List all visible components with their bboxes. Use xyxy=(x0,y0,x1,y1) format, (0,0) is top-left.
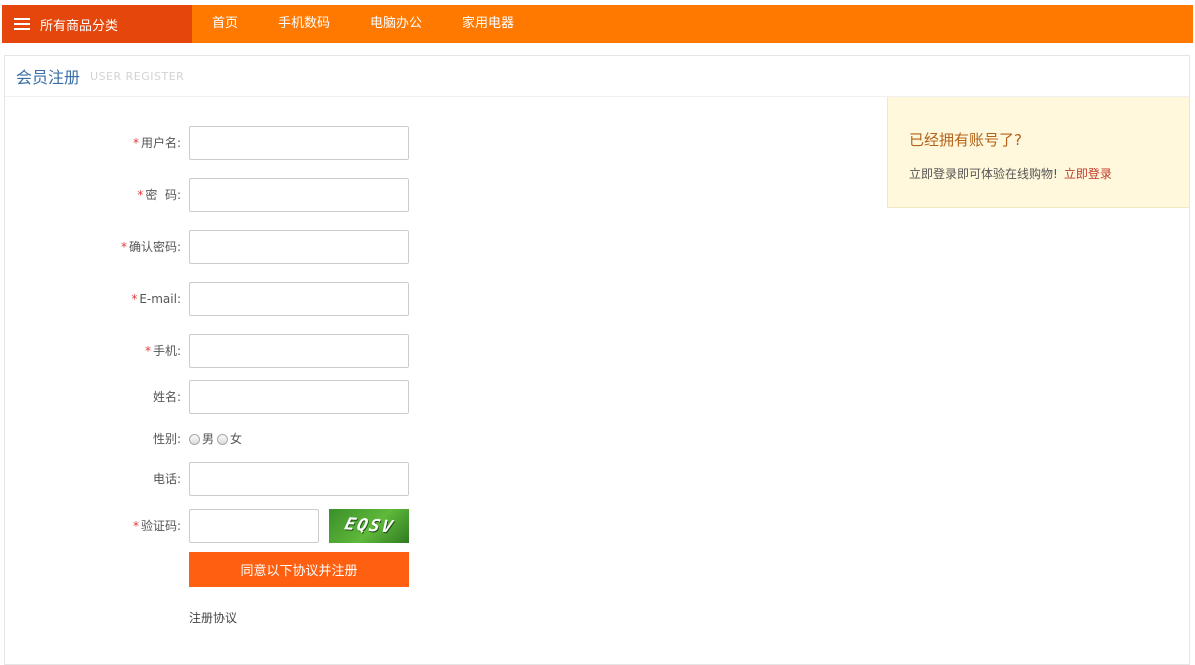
captcha-text: EQSV xyxy=(342,514,396,538)
nav-links: 首页 手机数码 电脑办公 家用电器 xyxy=(192,5,534,43)
login-prompt-question: 已经拥有账号了? xyxy=(909,131,1022,149)
all-categories-label: 所有商品分类 xyxy=(40,18,119,34)
gender-option-male[interactable]: 男 xyxy=(189,422,214,456)
register-submit-button[interactable]: 同意以下协议并注册 xyxy=(189,552,409,587)
gender-male-label: 男 xyxy=(202,432,215,446)
nav-link-appliances[interactable]: 家用电器 xyxy=(442,5,534,43)
captcha-row: * 验证码: EQSV xyxy=(5,509,425,543)
captcha-label: * 验证码: xyxy=(132,519,181,533)
radio-male[interactable] xyxy=(189,433,200,445)
password-label: * 密 码: xyxy=(137,188,181,202)
username-row: * 用户名: xyxy=(5,126,425,160)
phone-row: 电话: xyxy=(5,462,425,496)
nav-link-home[interactable]: 首页 xyxy=(192,5,258,43)
page-title: 会员注册 xyxy=(16,68,81,87)
name-row: 姓名: xyxy=(5,380,425,414)
nav-link-phones[interactable]: 手机数码 xyxy=(258,5,350,43)
phone-input[interactable] xyxy=(189,462,409,496)
agreement-link[interactable]: 注册协议 xyxy=(189,609,237,626)
password-row: * 密 码: xyxy=(5,178,425,212)
captcha-input[interactable] xyxy=(189,509,319,543)
login-prompt-box: 已经拥有账号了? 立即登录即可体验在线购物! 立即登录 xyxy=(887,97,1189,208)
mobile-row: * 手机: xyxy=(5,334,425,368)
confirm-password-input[interactable] xyxy=(189,230,409,264)
password-input[interactable] xyxy=(189,178,409,212)
username-label: * 用户名: xyxy=(132,136,181,150)
login-link[interactable]: 立即登录 xyxy=(1064,167,1112,181)
top-nav-bar: 所有商品分类 首页 手机数码 电脑办公 家用电器 xyxy=(2,5,1193,43)
login-prompt-text: 立即登录即可体验在线购物! 立即登录 xyxy=(909,165,1112,182)
all-categories-button[interactable]: 所有商品分类 xyxy=(2,5,192,43)
email-label: * E-mail: xyxy=(131,292,181,306)
gender-female-label: 女 xyxy=(230,432,243,446)
name-input[interactable] xyxy=(189,380,409,414)
mobile-label: * 手机: xyxy=(144,344,181,358)
gender-label: 性别: xyxy=(152,432,181,446)
login-prompt-description: 立即登录即可体验在线购物! xyxy=(909,167,1058,181)
gender-option-female[interactable]: 女 xyxy=(217,422,242,456)
mobile-input[interactable] xyxy=(189,334,409,368)
confirm-password-label: * 确认密码: xyxy=(120,240,181,254)
confirm-password-row: * 确认密码: xyxy=(5,230,425,264)
name-label: 姓名: xyxy=(152,390,181,404)
phone-label: 电话: xyxy=(152,472,181,486)
email-input[interactable] xyxy=(189,282,409,316)
register-panel: 会员注册 USER REGISTER * 用户名: * 密 码: * 确认密码: * E… xyxy=(4,55,1190,665)
gender-row: 性别: 男 女 xyxy=(5,422,425,456)
captcha-image[interactable]: EQSV xyxy=(329,509,409,543)
radio-female[interactable] xyxy=(217,433,229,445)
gender-options: 男 女 xyxy=(189,422,245,456)
nav-link-computers[interactable]: 电脑办公 xyxy=(350,5,442,43)
panel-header: 会员注册 USER REGISTER xyxy=(5,56,1189,97)
page-subtitle: USER REGISTER xyxy=(90,69,185,83)
menu-icon xyxy=(14,18,30,30)
submit-row: 同意以下协议并注册 xyxy=(5,552,425,587)
email-row: * E-mail: xyxy=(5,282,425,316)
username-input[interactable] xyxy=(189,126,409,160)
